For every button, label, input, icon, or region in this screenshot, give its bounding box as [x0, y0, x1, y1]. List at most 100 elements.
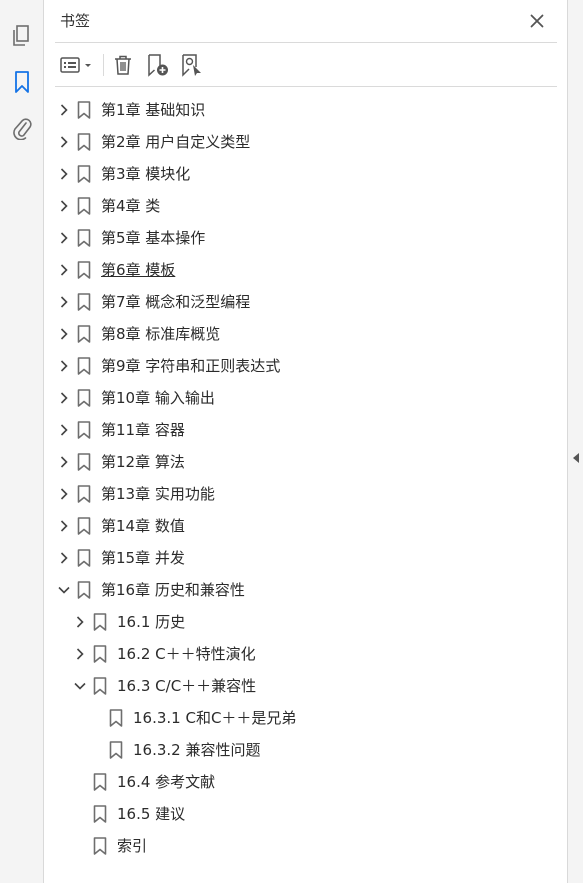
bookmark-label[interactable]: 第2章 用户自定义类型 [101, 132, 250, 152]
new-bookmark-icon [148, 54, 168, 77]
chevron-down-icon[interactable] [72, 678, 88, 694]
bookmark-label[interactable]: 第16章 历史和兼容性 [101, 580, 245, 600]
options-menu-button[interactable] [59, 51, 97, 79]
chevron-right-icon[interactable] [56, 486, 72, 502]
bookmark-label[interactable]: 第11章 容器 [101, 420, 185, 440]
bookmark-icon [76, 260, 92, 280]
chevron-right-icon[interactable] [56, 198, 72, 214]
bookmark-icon [92, 836, 108, 856]
bookmark-label[interactable]: 16.2 C＋＋特性演化 [117, 644, 256, 664]
bookmark-label[interactable]: 第12章 算法 [101, 452, 185, 472]
bookmark-item[interactable]: 第10章 输入输出 [45, 382, 567, 414]
bookmark-item[interactable]: 第11章 容器 [45, 414, 567, 446]
find-bookmark-icon [182, 54, 201, 77]
bookmark-item[interactable]: 16.5 建议 [45, 798, 567, 830]
bookmark-label[interactable]: 16.5 建议 [117, 804, 185, 824]
bookmarks-panel: 书签 第1章 基础知识 第2章 用户自定义类型 第3章 模块化 第4章 类 第5… [45, 0, 567, 883]
chevron-right-icon[interactable] [56, 230, 72, 246]
chevron-right-icon[interactable] [56, 294, 72, 310]
bookmark-label[interactable]: 第10章 输入输出 [101, 388, 215, 408]
bookmark-label[interactable]: 16.1 历史 [117, 612, 185, 632]
bookmark-item[interactable]: 16.3.1 C和C＋＋是兄弟 [45, 702, 567, 734]
bookmark-label[interactable]: 16.3 C/C＋＋兼容性 [117, 676, 256, 696]
attachments-icon[interactable] [8, 114, 36, 142]
chevron-right-icon[interactable] [56, 166, 72, 182]
bookmark-item[interactable]: 第7章 概念和泛型编程 [45, 286, 567, 318]
bookmark-item[interactable]: 第8章 标准库概览 [45, 318, 567, 350]
chevron-right-icon[interactable] [72, 614, 88, 630]
bookmark-item[interactable]: 第2章 用户自定义类型 [45, 126, 567, 158]
bookmark-label[interactable]: 第13章 实用功能 [101, 484, 215, 504]
bookmark-label[interactable]: 16.3.2 兼容性问题 [133, 740, 260, 760]
bookmark-item[interactable]: 第14章 数值 [45, 510, 567, 542]
bookmark-item[interactable]: 索引 [45, 830, 567, 862]
find-bookmark-button[interactable] [179, 51, 205, 79]
bookmark-item[interactable]: 16.2 C＋＋特性演化 [45, 638, 567, 670]
bookmark-label[interactable]: 第5章 基本操作 [101, 228, 205, 248]
chevron-right-icon[interactable] [56, 390, 72, 406]
bookmark-tree: 第1章 基础知识 第2章 用户自定义类型 第3章 模块化 第4章 类第5章 基本操作第… [45, 94, 567, 862]
bookmark-item[interactable]: 第15章 并发 [45, 542, 567, 574]
bookmark-icon [76, 420, 92, 440]
bookmark-item[interactable]: 第5章 基本操作 [45, 222, 567, 254]
bookmark-label[interactable]: 索引 [117, 836, 147, 856]
bookmark-icon [108, 708, 124, 728]
bookmark-label[interactable]: 第7章 概念和泛型编程 [101, 292, 250, 312]
bookmark-label[interactable]: 第6章 模板 [101, 260, 175, 280]
bookmark-label[interactable]: 第1章 基础知识 [101, 100, 205, 120]
bookmark-label[interactable]: 第3章 模块化 [101, 164, 190, 184]
bookmark-icon [76, 388, 92, 408]
bookmark-label[interactable]: 第15章 并发 [101, 548, 185, 568]
chevron-right-icon[interactable] [56, 550, 72, 566]
chevron-right-icon[interactable] [56, 102, 72, 118]
bookmark-item[interactable]: 第13章 实用功能 [45, 478, 567, 510]
bookmark-icon [76, 164, 92, 184]
add-bookmark-button[interactable] [145, 51, 171, 79]
bookmark-label[interactable]: 第14章 数值 [101, 516, 185, 536]
bookmark-icon [76, 132, 92, 152]
bookmark-icon [76, 196, 92, 216]
bookmark-item[interactable]: 第9章 字符串和正则表达式 [45, 350, 567, 382]
chevron-right-icon[interactable] [56, 422, 72, 438]
bookmark-item[interactable]: 16.1 历史 [45, 606, 567, 638]
bookmark-label[interactable]: 第8章 标准库概览 [101, 324, 220, 344]
bookmark-icon [76, 100, 92, 120]
bookmark-item[interactable]: 16.3.2 兼容性问题 [45, 734, 567, 766]
bookmark-item[interactable]: 第12章 算法 [45, 446, 567, 478]
bookmark-label[interactable]: 16.3.1 C和C＋＋是兄弟 [133, 708, 296, 728]
chevron-right-icon[interactable] [56, 518, 72, 534]
bookmark-label[interactable]: 第9章 字符串和正则表达式 [101, 356, 280, 376]
delete-bookmark-button[interactable] [111, 51, 135, 79]
close-icon[interactable] [525, 9, 549, 33]
bookmark-label[interactable]: 16.4 参考文献 [117, 772, 215, 792]
bookmark-icon [76, 516, 92, 536]
bookmark-icon [92, 772, 108, 792]
chevron-right-icon[interactable] [56, 358, 72, 374]
bookmark-icon [76, 580, 92, 600]
header-divider [55, 42, 557, 43]
chevron-right-icon[interactable] [56, 134, 72, 150]
bookmark-item[interactable]: 第16章 历史和兼容性 [45, 574, 567, 606]
chevron-down-icon[interactable] [56, 582, 72, 598]
bookmark-item[interactable]: 第1章 基础知识 [45, 94, 567, 126]
bookmark-item[interactable]: 第3章 模块化 [45, 158, 567, 190]
panel-title: 书签 [60, 12, 91, 30]
bookmark-item[interactable]: 第6章 模板 [45, 254, 567, 286]
bookmarks-icon[interactable] [8, 68, 36, 96]
chevron-right-icon[interactable] [56, 454, 72, 470]
page-thumbnails-icon[interactable] [8, 22, 36, 50]
expand-pane-icon[interactable] [571, 452, 581, 464]
bookmark-icon [92, 612, 108, 632]
bookmark-label[interactable]: 第4章 类 [101, 196, 160, 216]
bookmark-icon [92, 644, 108, 664]
bookmark-item[interactable]: 16.3 C/C＋＋兼容性 [45, 670, 567, 702]
bookmark-icon [76, 228, 92, 248]
chevron-right-icon[interactable] [56, 326, 72, 342]
bookmark-item[interactable]: 第4章 类 [45, 190, 567, 222]
chevron-right-icon[interactable] [72, 646, 88, 662]
bookmark-icon [108, 740, 124, 760]
chevron-right-icon[interactable] [56, 262, 72, 278]
bookmark-item[interactable]: 16.4 参考文献 [45, 766, 567, 798]
options-list-icon [60, 57, 91, 73]
panel-header: 书签 [45, 0, 567, 42]
